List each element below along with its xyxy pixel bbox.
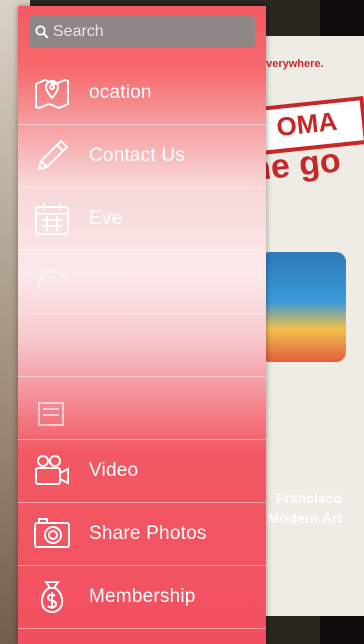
menu-item-video[interactable]: Video — [18, 439, 266, 503]
search-placeholder: Search — [53, 23, 104, 40]
video-camera-icon — [32, 451, 72, 491]
menu-item-location[interactable]: ocation — [18, 61, 266, 125]
calendar-icon — [32, 199, 72, 239]
blank-icon — [32, 325, 72, 365]
document-icon — [32, 388, 72, 428]
background-tagline: everywhere. — [260, 58, 324, 70]
menu-item-contact-us[interactable]: Contact Us — [18, 124, 266, 188]
background-footer: Francisco Modern Art — [260, 488, 342, 528]
search-field[interactable]: Search — [29, 16, 255, 48]
menu-item-label: Membership — [89, 585, 196, 607]
menu-item-label: Video — [89, 459, 139, 481]
menu-item-share-photos[interactable]: Share Photos — [18, 502, 266, 566]
footer-line-1: Francisco — [275, 490, 342, 506]
circle-icon — [32, 262, 72, 302]
money-bag-icon — [32, 577, 72, 617]
menu-item-label: Eve — [89, 207, 123, 229]
menu-item-4[interactable] — [18, 250, 266, 314]
search-icon — [33, 23, 51, 41]
menu-item-label: Share Photos — [89, 522, 207, 544]
pencil-icon — [32, 136, 72, 176]
menu-item-membership[interactable]: Membership — [18, 565, 266, 629]
footer-line-2: Modern Art — [267, 510, 342, 526]
menu-item-label: Contact Us — [89, 144, 185, 166]
side-menu: Search ocation Contact Us Eve Video Shar… — [18, 6, 266, 644]
city-illustration — [260, 252, 346, 362]
menu-item-6[interactable] — [18, 376, 266, 440]
menu-item-events[interactable]: Eve — [18, 187, 266, 251]
camera-icon — [32, 514, 72, 554]
menu-item-5[interactable] — [18, 313, 266, 377]
menu-item-label: ocation — [89, 81, 152, 103]
map-pin-icon — [32, 73, 72, 113]
